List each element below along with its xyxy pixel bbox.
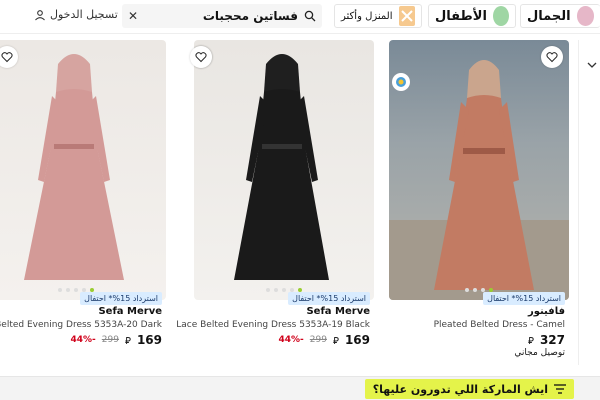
close-icon[interactable]: ✕	[128, 9, 138, 23]
product-price: 169	[136, 333, 162, 347]
product-price: 169	[344, 333, 370, 347]
filter-icon	[554, 384, 566, 394]
home-thumbnail	[398, 6, 415, 26]
product-name: Lace Belted Evening Dress 5353A-19 Black	[176, 320, 370, 330]
free-shipping-label: توصيل مجاني	[514, 348, 565, 358]
tab-label: الأطفال	[435, 8, 487, 24]
signin-label: تسجيل الدخول	[50, 8, 118, 21]
riyal-icon: ⃁	[527, 335, 534, 347]
person-icon	[35, 9, 45, 20]
price-row: 327 ⃁	[528, 333, 565, 347]
chevron-down-icon[interactable]	[587, 60, 597, 70]
riyal-icon: ⃁	[332, 335, 339, 347]
kids-thumbnail	[492, 6, 509, 26]
cashback-badge: استرداد 15%* احتفال	[483, 292, 565, 305]
filter-sidebar-edge	[578, 40, 600, 365]
old-price: 299	[309, 335, 327, 345]
product-brand: فافينور	[527, 306, 565, 317]
product-name: Lace Belted Evening Dress 5353A-20 Dark	[0, 320, 162, 330]
old-price: 299	[101, 335, 119, 345]
favorite-button-top[interactable]	[190, 46, 212, 68]
bottom-bar: ايش الماركة اللي تدورون عليها؟	[0, 376, 600, 400]
price-row: 169 ⃁ 299 -44%	[279, 333, 371, 347]
price-row: 169 ⃁ 299 -44%	[71, 333, 163, 347]
tab-kids[interactable]: الأطفال	[428, 4, 516, 28]
product-price: 327	[539, 333, 565, 347]
discount-label: -44%	[278, 335, 304, 345]
tab-home-and-more[interactable]: المنزل وأكثر	[334, 4, 422, 28]
search-value: فساتين محجبات	[202, 9, 298, 23]
dress-figure	[389, 60, 569, 300]
product-image[interactable]	[194, 40, 374, 300]
product-brand: Sefa Merve	[98, 306, 162, 317]
product-name: Pleated Belted Dress - Camel	[433, 320, 565, 330]
brand-question-banner[interactable]: ايش الماركة اللي تدورون عليها؟	[364, 379, 574, 399]
product-image[interactable]	[0, 40, 166, 300]
favorite-button[interactable]	[541, 46, 563, 68]
product-card[interactable]: استرداد 15%* احتفال Sefa Merve Lace Belt…	[0, 40, 166, 365]
dress-figure	[24, 54, 124, 280]
product-image[interactable]	[389, 40, 569, 300]
product-card[interactable]: استرداد 15%* احتفال فافينور Pleated Belt…	[389, 40, 569, 365]
cashback-badge: استرداد 15%* احتفال	[288, 292, 370, 305]
top-header: تسجيل الدخول فساتين محجبات ✕ المنزل وأكث…	[0, 0, 600, 34]
cashback-badge: استرداد 15%* احتفال	[80, 292, 162, 305]
tab-beauty[interactable]: الجمال	[520, 4, 600, 28]
search-input[interactable]: فساتين محجبات ✕	[122, 4, 322, 28]
dress-figure	[234, 54, 329, 280]
heart-icon	[1, 52, 13, 63]
tab-label: المنزل وأكثر	[341, 10, 393, 22]
discount-label: -44%	[70, 335, 96, 345]
heart-icon	[546, 52, 558, 63]
signin-link[interactable]: تسجيل الدخول	[34, 8, 118, 21]
riyal-icon: ⃁	[124, 335, 131, 347]
product-card[interactable]: استرداد 15%* احتفال Sefa Merve Lace Belt…	[176, 40, 374, 365]
tab-label: الجمال	[527, 8, 571, 24]
beauty-thumbnail	[576, 6, 594, 26]
product-brand: Sefa Merve	[306, 306, 370, 317]
heart-icon	[195, 52, 207, 63]
brand-question-text: ايش الماركة اللي تدورون عليها؟	[372, 382, 548, 396]
brand-logo	[392, 73, 410, 91]
search-icon	[304, 10, 316, 22]
